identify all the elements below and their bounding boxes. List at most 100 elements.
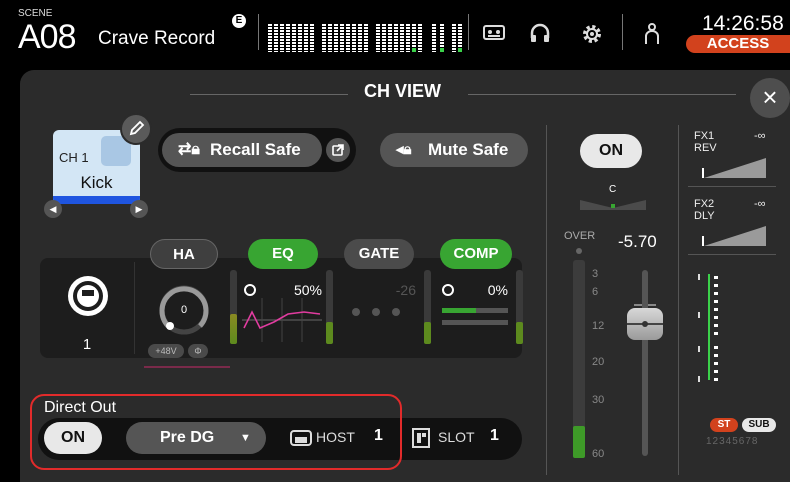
phantom-power-badge[interactable]: +48V [148, 344, 184, 358]
sends-divider [688, 186, 776, 187]
divider [258, 14, 259, 50]
edit-pencil-icon[interactable] [120, 113, 152, 145]
fx2-send-ramp[interactable] [696, 222, 768, 248]
column-divider [678, 125, 679, 475]
scale-3: 3 [592, 268, 599, 280]
close-button[interactable]: × [750, 78, 790, 118]
xlr-input-icon [68, 276, 108, 316]
gate-section[interactable]: -26 [342, 280, 418, 344]
panel-title: CH VIEW [364, 81, 442, 101]
scale-60: 60 [592, 448, 605, 460]
channel-number: CH 1 [59, 150, 89, 165]
direct-out-point-value: Pre DG [160, 429, 215, 446]
comp-section[interactable]: 0% [438, 280, 510, 344]
gate-indicator-dots [352, 308, 412, 318]
fx1-level: -∞ [754, 130, 766, 142]
eq-level-meter [326, 270, 333, 344]
scene-name[interactable]: Crave Record [98, 28, 215, 50]
mute-safe-label: Mute Safe [428, 140, 509, 159]
comp-level-meter [516, 270, 523, 344]
sends-divider [688, 254, 776, 255]
channel-level-meter [573, 260, 585, 458]
slot-value: 1 [490, 427, 499, 444]
previous-channel-button[interactable]: ◀ [44, 200, 62, 218]
top-bar: SCENE A08 Crave Record E 14:26:58 ACCESS [0, 0, 790, 62]
scene-number[interactable]: A08 [18, 18, 76, 57]
headphones-icon[interactable] [528, 22, 554, 44]
comp-dynamic-icon [442, 284, 454, 296]
host-icon [290, 430, 312, 446]
input-port-section[interactable]: 1 [44, 262, 130, 354]
recall-safe-label: Recall Safe [210, 140, 301, 159]
gate-level-meter [424, 270, 431, 344]
over-indicator [576, 248, 582, 254]
tape-recorder-icon[interactable] [482, 22, 508, 44]
direct-out-on-button[interactable]: ON [44, 422, 102, 454]
channel-meters-overview[interactable] [266, 14, 462, 54]
pan-value: C [609, 184, 617, 195]
over-label: OVER [564, 230, 596, 242]
ha-level-meter [230, 270, 237, 344]
recall-safe-lock-icon: ⇄🔒︎ [178, 141, 200, 158]
host-port[interactable]: HOST 1 [290, 426, 398, 450]
host-value: 1 [374, 427, 383, 444]
gate-threshold-value: -26 [395, 282, 416, 298]
divider [622, 14, 623, 50]
tab-eq[interactable]: EQ [248, 239, 318, 269]
scene-edit-badge: E [232, 14, 246, 28]
eq-curve-graph [242, 298, 322, 342]
fader-level-value: -5.70 [618, 232, 657, 251]
fx1-send-ramp[interactable] [696, 154, 768, 180]
channel-color-bar [53, 196, 140, 204]
sub-button[interactable]: SUB [742, 418, 776, 432]
channel-on-button[interactable]: ON [580, 134, 642, 168]
chevron-down-icon: ▼ [240, 432, 251, 444]
fx2-level: -∞ [754, 198, 766, 210]
fader-track[interactable] [642, 270, 648, 456]
access-badge[interactable]: ACCESS [686, 35, 790, 53]
section-divider [134, 262, 135, 354]
ha-gain-knob[interactable]: 0 [156, 282, 212, 338]
mute-safe-lock-icon: ◂🔒︎ [396, 141, 412, 158]
tab-comp[interactable]: COMP [440, 239, 512, 269]
phase-badge[interactable]: Φ [188, 344, 208, 358]
recall-safe-button[interactable]: ⇄🔒︎ Recall Safe [162, 133, 322, 167]
fx2-type: DLY [694, 210, 715, 222]
host-label: HOST [316, 429, 355, 445]
tab-ha[interactable]: HA [150, 239, 218, 269]
eq-section[interactable]: 50% [242, 280, 322, 344]
input-number: 1 [82, 336, 92, 353]
direct-out-label: Direct Out [44, 399, 117, 416]
fader-knob[interactable] [627, 308, 663, 340]
fx2-name: FX2 [694, 198, 715, 210]
next-channel-button[interactable]: ▶ [130, 200, 148, 218]
tab-gate[interactable]: GATE [344, 239, 414, 269]
scale-12: 12 [592, 320, 605, 332]
gear-icon[interactable] [580, 22, 606, 44]
ha-gain-value: 0 [180, 304, 188, 316]
direct-out-point-select[interactable]: Pre DG ▼ [126, 422, 266, 454]
scale-20: 20 [592, 356, 605, 368]
eq-value: 50% [293, 282, 322, 298]
st-button[interactable]: ST [710, 418, 738, 432]
slot-port[interactable]: SLOT 1 [412, 426, 512, 450]
slot-icon [412, 428, 430, 448]
mute-safe-button[interactable]: ◂🔒︎ Mute Safe [380, 133, 528, 167]
channel-color-line [144, 366, 230, 368]
recall-safe-popup-icon[interactable] [326, 138, 350, 162]
scale-6: 6 [592, 286, 599, 298]
title-rule [190, 94, 348, 95]
divider [468, 14, 469, 50]
dca-numbers[interactable]: 12345678 [706, 436, 759, 447]
slot-label: SLOT [438, 429, 475, 445]
column-divider [546, 125, 547, 475]
title-rule [468, 94, 736, 95]
comp-value: 0% [487, 282, 508, 298]
pan-control[interactable]: C [578, 184, 648, 212]
clock: 14:26:58 [702, 12, 784, 35]
scale-30: 30 [592, 394, 605, 406]
user-icon[interactable] [642, 22, 668, 44]
channel-name: Kick [80, 173, 113, 192]
fx1-name: FX1 [694, 130, 715, 142]
eq-dynamic-icon [244, 284, 256, 296]
